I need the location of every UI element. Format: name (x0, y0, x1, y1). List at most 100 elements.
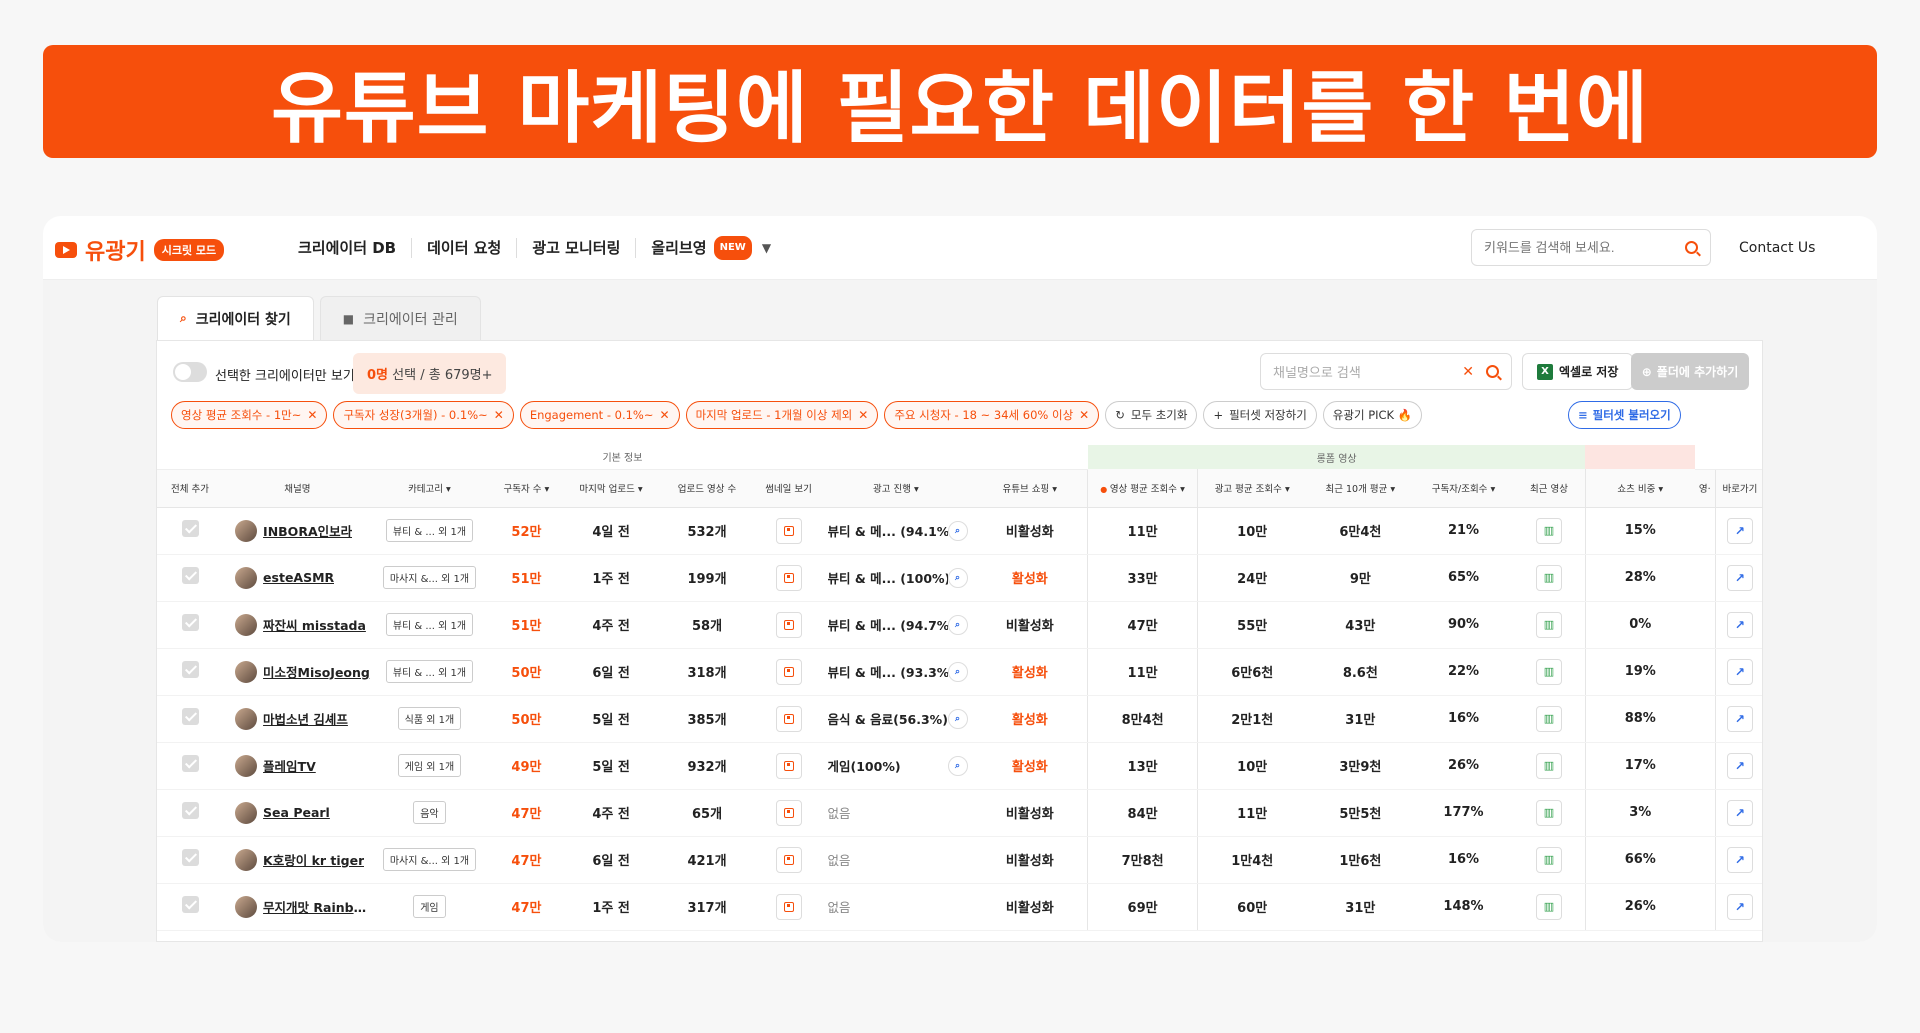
ad-search-icon[interactable]: ⌕ (947, 567, 968, 588)
recent-video-button[interactable]: ▥ (1535, 893, 1562, 920)
keyword-search[interactable] (1471, 229, 1711, 266)
ad-search-icon[interactable]: ⌕ (947, 520, 968, 541)
filter-chip[interactable]: Engagement - 0.1%~ ✕ (519, 401, 680, 429)
channel-search[interactable]: 채널명으로 검색 ✕ (1260, 353, 1512, 390)
clear-icon[interactable]: ✕ (1462, 364, 1474, 380)
table-row[interactable]: K호랑이 kr tiger 마사지 &... 외 1개 47만 6일 전 421개 없음 비… (157, 836, 1762, 884)
category-tag[interactable]: 게임 외 1개 (397, 754, 462, 777)
nav-ad-monitoring[interactable]: 광고 모니터링 (517, 238, 637, 258)
filter-chip[interactable]: 영상 평균 조회수 - 1만~ ✕ (171, 401, 328, 429)
close-icon[interactable]: ✕ (1079, 408, 1089, 422)
external-link-button[interactable]: ↗ (1726, 846, 1753, 873)
logo[interactable]: 유광기 시크릿 모드 (55, 234, 225, 266)
filter-chip[interactable]: 마지막 업로드 - 1개월 이상 제외 ✕ (685, 401, 879, 429)
save-filterset-button[interactable]: + 필터셋 저장하기 (1203, 401, 1317, 429)
filter-chip[interactable]: 주요 시청자 - 18 ~ 34세 60% 이상 ✕ (884, 401, 1100, 429)
row-checkbox[interactable] (181, 896, 199, 913)
category-tag[interactable]: 음악 (413, 801, 446, 824)
export-excel-button[interactable]: X 엑셀로 저장 (1522, 353, 1634, 390)
table-row[interactable]: Sea Pearl 음악 47만 4주 전 65개 없음 비활성화 84만 11만 5만5천 177… (157, 789, 1762, 837)
category-tag[interactable]: 뷰티 & ... 외 1개 (385, 613, 474, 636)
nav-creator-db[interactable]: 크리에이터 DB (283, 238, 413, 258)
external-link-button[interactable]: ↗ (1726, 705, 1753, 732)
keyword-search-input[interactable] (1484, 240, 1685, 255)
recent-video-button[interactable]: ▥ (1535, 752, 1562, 779)
external-link-button[interactable]: ↗ (1726, 752, 1753, 779)
external-link-button[interactable]: ↗ (1726, 658, 1753, 685)
close-icon[interactable]: ✕ (494, 408, 504, 422)
channel-name-link[interactable]: 무지개맛 Rainbow... (263, 897, 372, 916)
channel-search-input[interactable]: 채널명으로 검색 (1273, 362, 1361, 381)
ad-search-icon[interactable]: ⌕ (947, 708, 968, 729)
table-row[interactable]: 마법소년 김셰프 식품 외 1개 50만 5일 전 385개 음식 & 음료(56.3%)… (157, 695, 1762, 743)
thumbnail-button[interactable] (775, 846, 802, 873)
row-checkbox[interactable] (181, 849, 199, 866)
table-row[interactable]: esteASMR 마사지 &... 외 1개 51만 1주 전 199개 뷰티 & 메..… (157, 554, 1762, 602)
channel-name-link[interactable]: 플레임TV (263, 756, 316, 775)
col-recent10[interactable]: 최근 10개 평균 ▾ (1306, 469, 1414, 508)
tab-find-creators[interactable]: ⌕ 크리에이터 찾기 (157, 296, 314, 340)
table-row[interactable]: 플레임TV 게임 외 1개 49만 5일 전 932개 게임(100%) ⌕ 활성화 13만 10… (157, 742, 1762, 790)
channel-name-link[interactable]: Sea Pearl (263, 805, 330, 820)
load-filterset-button[interactable]: ≡ 필터셋 불러오기 (1568, 401, 1681, 429)
thumbnail-button[interactable] (775, 611, 802, 638)
filter-chip[interactable]: 구독자 성장(3개월) - 0.1%~ ✕ (333, 401, 514, 429)
only-selected-toggle[interactable] (173, 362, 207, 382)
category-tag[interactable]: 식품 외 1개 (397, 707, 462, 730)
table-row[interactable]: 미소정MisoJeong 뷰티 & ... 외 1개 50만 6일 전 318개 뷰티 &… (157, 648, 1762, 696)
category-tag[interactable]: 마사지 &... 외 1개 (382, 566, 477, 589)
channel-name-link[interactable]: 짜잔씨 misstada (263, 615, 366, 634)
col-category[interactable]: 카테고리 ▾ (371, 469, 488, 508)
tab-manage-creators[interactable]: ■ 크리에이터 관리 (319, 296, 481, 340)
thumbnail-button[interactable] (775, 752, 802, 779)
recent-video-button[interactable]: ▥ (1535, 705, 1562, 732)
contact-link[interactable]: Contact Us (1739, 240, 1815, 256)
col-sub-view-ratio[interactable]: 구독자/조회수 ▾ (1413, 469, 1514, 508)
nav-oliveyoung[interactable]: 올리브영 NEW ▼ (636, 236, 786, 260)
recent-video-button[interactable]: ▥ (1535, 799, 1562, 826)
row-checkbox[interactable] (181, 755, 199, 772)
reset-filters-button[interactable]: ↻ 모두 초기화 (1105, 401, 1198, 429)
close-icon[interactable]: ✕ (858, 408, 868, 422)
channel-name-link[interactable]: 미소정MisoJeong (263, 662, 370, 681)
col-add-all[interactable]: 전체 추가 (157, 469, 224, 508)
search-icon[interactable] (1486, 365, 1499, 378)
thumbnail-button[interactable] (775, 564, 802, 591)
row-checkbox[interactable] (181, 567, 199, 584)
external-link-button[interactable]: ↗ (1726, 564, 1753, 591)
close-icon[interactable]: ✕ (660, 408, 670, 422)
channel-name-link[interactable]: 마법소년 김셰프 (263, 709, 348, 728)
close-icon[interactable]: ✕ (307, 408, 317, 422)
row-checkbox[interactable] (181, 614, 199, 631)
category-tag[interactable]: 뷰티 & ... 외 1개 (385, 519, 474, 542)
search-icon[interactable] (1685, 241, 1698, 254)
mode-badge[interactable]: 시크릿 모드 (153, 239, 225, 261)
channel-name-link[interactable]: INBORA인보라 (263, 521, 352, 540)
recent-video-button[interactable]: ▥ (1535, 846, 1562, 873)
external-link-button[interactable]: ↗ (1726, 799, 1753, 826)
ad-search-icon[interactable]: ⌕ (947, 755, 968, 776)
thumbnail-button[interactable] (775, 799, 802, 826)
col-ad-avg-views[interactable]: 광고 평균 조회수 ▾ (1197, 469, 1307, 508)
table-row[interactable]: INBORA인보라 뷰티 & ... 외 1개 52만 4일 전 532개 뷰티 & 메.… (157, 507, 1762, 555)
external-link-button[interactable]: ↗ (1726, 893, 1753, 920)
external-link-button[interactable]: ↗ (1726, 517, 1753, 544)
recent-video-button[interactable]: ▥ (1535, 517, 1562, 544)
col-last-upload[interactable]: 마지막 업로드 ▾ (565, 469, 657, 508)
row-checkbox[interactable] (181, 708, 199, 725)
col-shorts-ratio[interactable]: 쇼츠 비중 ▾ (1585, 469, 1695, 508)
channel-name-link[interactable]: K호랑이 kr tiger (263, 850, 364, 869)
recent-video-button[interactable]: ▥ (1535, 564, 1562, 591)
add-to-folder-button[interactable]: ⊕ 폴더에 추가하기 (1631, 353, 1749, 390)
col-avg-views[interactable]: 영상 평균 조회수 ▾ (1087, 469, 1198, 508)
ad-search-icon[interactable]: ⌕ (947, 614, 968, 635)
chevron-down-icon[interactable]: ▼ (762, 238, 771, 258)
row-checkbox[interactable] (181, 520, 199, 537)
table-row[interactable]: 짜잔씨 misstada 뷰티 & ... 외 1개 51만 4주 전 58개 뷰티 & … (157, 601, 1762, 649)
nav-data-request[interactable]: 데이터 요청 (412, 238, 518, 258)
col-subscribers[interactable]: 구독자 수 ▾ (487, 469, 566, 508)
channel-name-link[interactable]: esteASMR (263, 570, 334, 585)
category-tag[interactable]: 뷰티 & ... 외 1개 (385, 660, 474, 683)
pick-button[interactable]: 유광기 PICK 🔥 (1322, 401, 1423, 429)
ad-search-icon[interactable]: ⌕ (947, 661, 968, 682)
